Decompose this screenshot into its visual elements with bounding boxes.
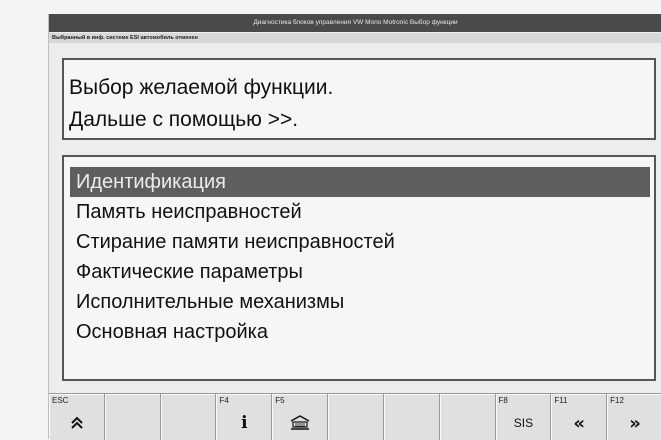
diagnostic-window: Диагностика блоков управления VW Mono Mo… — [48, 14, 661, 440]
sis-icon: SIS — [513, 416, 534, 430]
menu-item-basic-setting[interactable]: Основная настройка — [70, 317, 650, 347]
empty-key-button[interactable] — [160, 394, 216, 440]
up-double-chevron-icon — [50, 409, 104, 437]
f8-sis-button[interactable]: F8 SIS — [495, 394, 551, 440]
empty-key-button[interactable] — [439, 394, 495, 440]
menu-item-fault-memory[interactable]: Память неисправностей — [70, 197, 650, 227]
forward-icon: » — [629, 412, 641, 434]
info-icon: i — [241, 413, 248, 433]
fkey-label: F4 — [219, 396, 229, 405]
fkey-label: F11 — [554, 396, 568, 405]
esc-key-button[interactable]: ESC — [49, 394, 104, 440]
fkey-label: F5 — [275, 396, 285, 405]
status-message: Выбранный в инф. системе ESI автомобиль … — [49, 33, 661, 43]
menu-item-actuators[interactable]: Исполнительные механизмы — [70, 287, 650, 317]
menu-item-erase-fault-memory[interactable]: Стирание памяти неисправностей — [70, 227, 650, 257]
window-title: Диагностика блоков управления VW Mono Mo… — [49, 14, 661, 32]
f4-info-button[interactable]: F4 i — [216, 394, 272, 440]
instruction-line-2: Дальше с помощью >>. — [69, 108, 299, 131]
function-menu: Идентификация Память неисправностей Стир… — [62, 155, 656, 381]
instruction-line-1: Выбор желаемой функции. — [69, 76, 334, 99]
empty-key-button[interactable] — [383, 394, 439, 440]
menu-item-identification[interactable]: Идентификация — [70, 167, 650, 197]
function-key-bar: ESC F4 i F5 F8 SIS F11 « F12 » — [49, 393, 661, 440]
empty-key-button[interactable] — [328, 394, 383, 440]
f5-workshop-button[interactable]: F5 — [272, 394, 328, 440]
fkey-label: ESC — [52, 396, 69, 405]
fkey-label: F12 — [610, 396, 624, 405]
f11-back-button[interactable]: F11 « — [551, 394, 607, 440]
back-icon: « — [573, 412, 586, 434]
instruction-panel: Выбор желаемой функции. Дальше с помощью… — [62, 58, 656, 140]
f12-forward-button[interactable]: F12 » — [607, 394, 661, 440]
empty-key-button[interactable] — [104, 394, 160, 440]
car-workshop-icon — [273, 409, 327, 437]
menu-item-actual-values[interactable]: Фактические параметры — [70, 257, 650, 287]
fkey-label: F8 — [498, 396, 508, 405]
